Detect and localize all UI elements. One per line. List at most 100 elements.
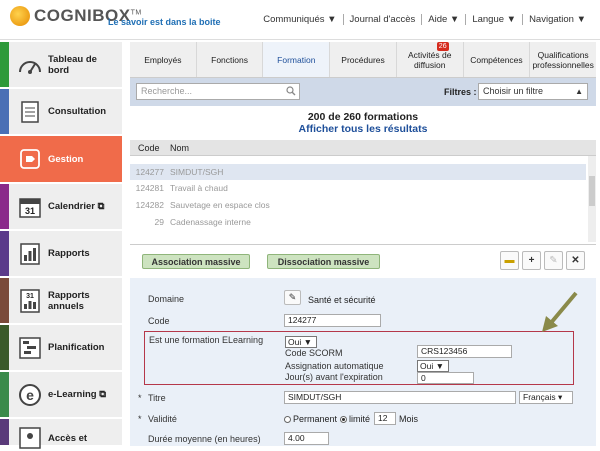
svg-text:e: e bbox=[26, 387, 34, 403]
assign-select[interactable]: Oui ▼ bbox=[417, 360, 449, 372]
expire-input[interactable]: 0 bbox=[417, 372, 474, 384]
table-row[interactable]: 29 Cadenassage interne bbox=[130, 214, 586, 230]
elearning-select-value: Oui bbox=[288, 337, 302, 347]
tab-fonctions[interactable]: Fonctions bbox=[197, 42, 264, 77]
results-count: 200 de 260 formations bbox=[307, 111, 419, 123]
titre-input[interactable]: SIMDUT/SGH bbox=[284, 391, 516, 404]
validite-permanent-option[interactable]: Permanent bbox=[284, 414, 337, 424]
tab-qualifications[interactable]: Qualifications professionnelles bbox=[530, 42, 596, 77]
row-nom: Travail à chaud bbox=[170, 183, 228, 193]
duree-input[interactable]: 4.00 bbox=[284, 432, 329, 445]
dissociation-massive-button[interactable]: Dissociation massive bbox=[267, 254, 380, 269]
validite-number-input[interactable]: 12 bbox=[374, 412, 396, 425]
table-row[interactable] bbox=[130, 231, 586, 242]
sidebar-item-label: Tableau de bord bbox=[48, 53, 97, 76]
code-input[interactable]: 124277 bbox=[284, 314, 381, 327]
table-row[interactable]: 124282 Sauvetage en espace clos bbox=[130, 197, 586, 213]
filter-label: Filtres : bbox=[444, 87, 477, 97]
row-nom: Cadenassage interne bbox=[170, 217, 251, 227]
show-all-results-link[interactable]: Afficher tous les résultats bbox=[130, 123, 596, 135]
table-row[interactable]: 124281 Travail à chaud bbox=[130, 180, 586, 196]
table-row[interactable] bbox=[130, 156, 586, 164]
sidebar-item-rapports-annuels[interactable]: 31 Rapports annuels bbox=[0, 278, 122, 324]
sidebar-item-consultation[interactable]: Consultation bbox=[0, 89, 122, 135]
chevron-down-icon: ▼ bbox=[303, 337, 313, 347]
sidebar-item-label: e-Learning ⧉ bbox=[48, 389, 106, 400]
nav-journal-acces[interactable]: Journal d'accès bbox=[344, 14, 423, 25]
tab-formation[interactable]: Formation bbox=[263, 42, 331, 77]
sidebar-color-bar bbox=[0, 89, 9, 134]
edit-button[interactable]: ✎ bbox=[544, 251, 563, 270]
svg-text:31: 31 bbox=[25, 206, 35, 216]
tab-procedures[interactable]: Procédures bbox=[330, 42, 397, 77]
elearning-select[interactable]: Oui ▼ bbox=[285, 336, 317, 348]
folder-button[interactable]: ▬ bbox=[500, 251, 519, 270]
sidebar-item-planification[interactable]: Planification bbox=[0, 325, 122, 371]
table-scrollbar[interactable] bbox=[588, 156, 596, 242]
elearning-label: Est une formation ELearning bbox=[149, 335, 264, 345]
delete-button[interactable]: ✕ bbox=[566, 251, 585, 270]
row-code: 124277 bbox=[135, 167, 164, 177]
calendar-icon: 31 bbox=[17, 194, 43, 220]
sidebar-color-bar bbox=[0, 184, 9, 229]
sidebar-color-bar bbox=[0, 42, 9, 87]
association-massive-button[interactable]: Association massive bbox=[142, 254, 250, 269]
language-select[interactable]: Français ▾ bbox=[519, 391, 573, 404]
formation-table: 124277 SIMDUT/SGH 124281 Travail à chaud… bbox=[130, 156, 596, 242]
elearning-icon: e bbox=[17, 382, 43, 408]
logo-icon bbox=[10, 6, 30, 26]
sidebar-item-gestion[interactable]: Gestion bbox=[0, 136, 122, 183]
sidebar-item-e-learning[interactable]: e e-Learning ⧉ bbox=[0, 372, 122, 418]
add-button[interactable]: + bbox=[522, 251, 541, 270]
sidebar-color-bar bbox=[0, 419, 9, 445]
validite-limite-option[interactable]: limité bbox=[340, 414, 370, 424]
sidebar-item-acces[interactable]: Accès et bbox=[0, 419, 122, 449]
tab-competences[interactable]: Compétences bbox=[464, 42, 531, 77]
sidebar-item-rapports[interactable]: Rapports bbox=[0, 231, 122, 277]
scrollbar-thumb[interactable] bbox=[589, 176, 595, 206]
tag-icon bbox=[17, 146, 43, 172]
sidebar: Tableau de bord Consultation Gestion 31 … bbox=[0, 42, 122, 449]
search-input[interactable]: Recherche... bbox=[136, 83, 300, 100]
radio-limite[interactable] bbox=[340, 416, 347, 423]
filter-select[interactable]: Choisir un filtre ▲ bbox=[478, 83, 588, 100]
top-bar: COGNIBOXTM Le savoir est dans la boite C… bbox=[0, 0, 600, 40]
access-icon bbox=[17, 425, 43, 451]
nav-langue[interactable]: Langue ▼ bbox=[466, 14, 524, 25]
assign-label: Assignation automatique bbox=[285, 361, 384, 371]
code-label: Code bbox=[148, 316, 170, 326]
svg-text:31: 31 bbox=[26, 293, 34, 300]
chevron-down-icon: ▾ bbox=[557, 392, 563, 402]
domaine-label: Domaine bbox=[148, 294, 185, 304]
annual-report-icon: 31 bbox=[17, 288, 43, 314]
search-icon[interactable] bbox=[286, 86, 296, 101]
table-row-selected[interactable]: 124277 SIMDUT/SGH bbox=[130, 164, 586, 180]
sidebar-color-bar bbox=[0, 136, 9, 182]
column-code[interactable]: Code bbox=[138, 143, 160, 153]
column-nom[interactable]: Nom bbox=[170, 143, 189, 153]
search-bar: Recherche... Filtres : Choisir un filtre… bbox=[130, 78, 596, 106]
nav-aide[interactable]: Aide ▼ bbox=[422, 14, 467, 25]
notification-badge: 26 bbox=[436, 42, 449, 51]
tab-activites-diffusion[interactable]: Activités de diffusion 26 bbox=[397, 42, 464, 77]
nav-communiques[interactable]: Communiqués ▼ bbox=[257, 14, 344, 25]
pencil-icon: ✎ bbox=[288, 292, 297, 302]
language-select-value: Français bbox=[523, 392, 556, 402]
radio-permanent[interactable] bbox=[284, 416, 291, 423]
tab-employes[interactable]: Employés bbox=[130, 42, 197, 77]
edit-domaine-button[interactable]: ✎ bbox=[284, 290, 301, 305]
row-code: 124281 bbox=[135, 183, 164, 193]
expire-label: Jour(s) avant l'expiration bbox=[285, 372, 383, 382]
nav-navigation[interactable]: Navigation ▼ bbox=[523, 14, 592, 25]
row-nom: SIMDUT/SGH bbox=[170, 167, 224, 177]
validite-unit: Mois bbox=[399, 414, 419, 424]
required-marker: * bbox=[138, 393, 142, 403]
validite-label: Validité bbox=[148, 414, 177, 424]
sidebar-color-bar bbox=[0, 231, 9, 276]
scorm-input[interactable]: CRS123456 bbox=[417, 345, 512, 358]
sidebar-item-tableau-de-bord[interactable]: Tableau de bord bbox=[0, 42, 122, 88]
row-code: 124282 bbox=[135, 200, 164, 210]
formation-form: Domaine ✎ Santé et sécurité Code 124277 … bbox=[130, 278, 596, 446]
sidebar-item-label: Calendrier ⧉ bbox=[48, 201, 105, 212]
sidebar-item-calendrier[interactable]: 31 Calendrier ⧉ bbox=[0, 184, 122, 230]
